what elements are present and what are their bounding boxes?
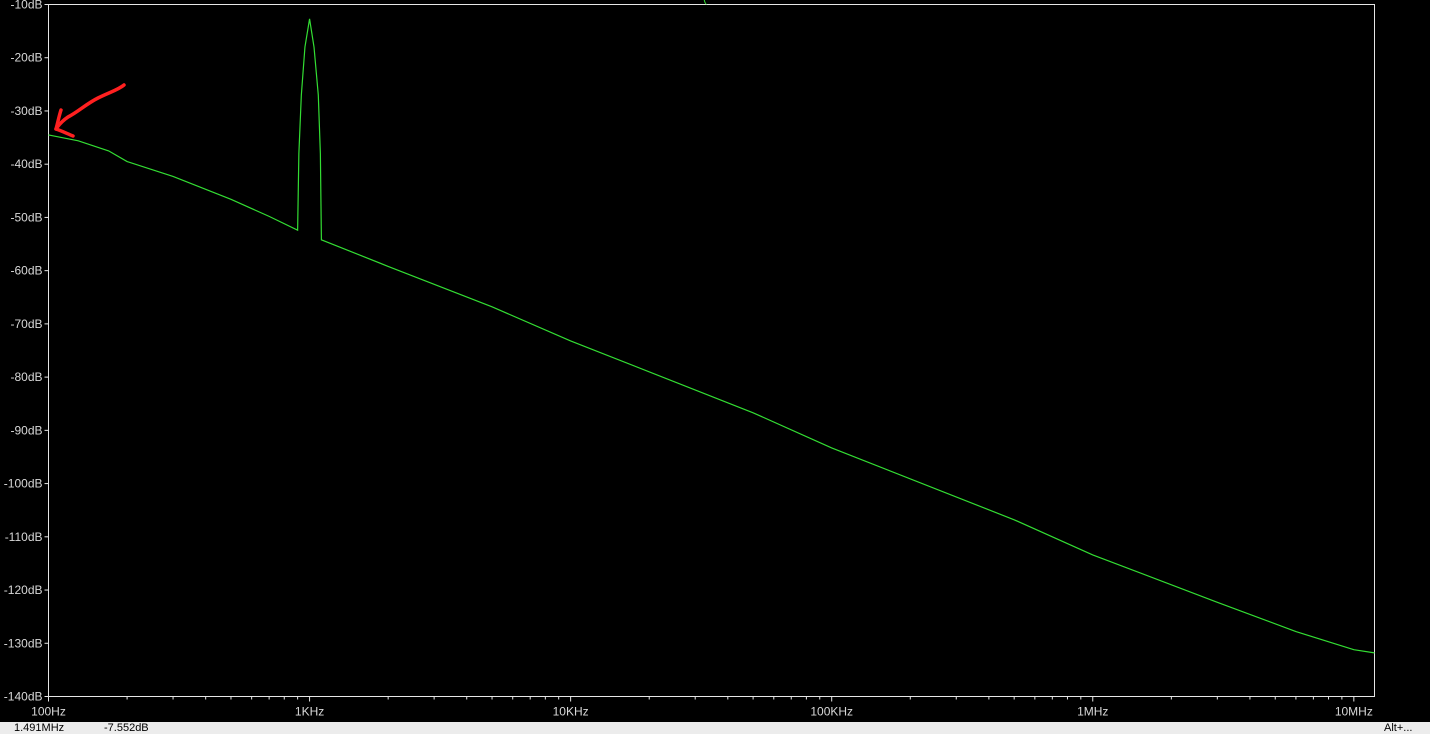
y-tick-label: -80dB <box>10 370 42 384</box>
red-arrow-annotation <box>54 83 126 138</box>
trace-name-label: ( <box>703 0 707 5</box>
x-tick-label: 100KHz <box>810 705 853 719</box>
plot-window[interactable]: -10dB -20dB -30dB -40dB -50dB -60dB -70dB -80dB… <box>0 0 1430 734</box>
y-tick-label: -40dB <box>10 157 42 171</box>
arrow-shaft <box>54 83 126 131</box>
y-tick-label: -10dB <box>10 0 42 12</box>
plot-frame <box>48 4 1375 697</box>
x-tick-label: 10MHz <box>1335 705 1373 719</box>
y-tick-label: -90dB <box>10 423 42 437</box>
y-tick-label: -30dB <box>10 104 42 118</box>
y-tick-label: -50dB <box>10 210 42 224</box>
status-bar: 1.491MHz -7.552dB Alt+... <box>0 722 1430 734</box>
axis-ticks <box>44 4 1355 702</box>
axis-labels: -10dB -20dB -30dB -40dB -50dB -60dB -70dB -80dB… <box>4 0 1373 719</box>
magnitude-trace <box>48 18 1375 654</box>
x-tick-label: 1KHz <box>295 705 324 719</box>
y-tick-label: -120dB <box>4 583 43 597</box>
y-tick-label: -100dB <box>4 477 43 491</box>
trace-layer <box>48 18 1375 654</box>
y-tick-label: -130dB <box>4 636 43 650</box>
x-tick-label: 1MHz <box>1077 705 1108 719</box>
y-tick-label: -60dB <box>10 264 42 278</box>
bode-plot[interactable]: -10dB -20dB -30dB -40dB -50dB -60dB -70dB -80dB… <box>0 0 1430 734</box>
x-tick-label: 100Hz <box>31 705 66 719</box>
y-tick-label: -70dB <box>10 317 42 331</box>
cursor-x-readout: 1.491MHz <box>14 722 65 734</box>
status-hint: Alt+... <box>1384 722 1413 734</box>
cursor-y-readout: -7.552dB <box>104 722 149 734</box>
y-tick-label: -110dB <box>5 530 43 544</box>
y-tick-label: -140dB <box>4 690 43 704</box>
x-tick-label: 10KHz <box>553 705 589 719</box>
y-tick-label: -20dB <box>10 51 42 65</box>
